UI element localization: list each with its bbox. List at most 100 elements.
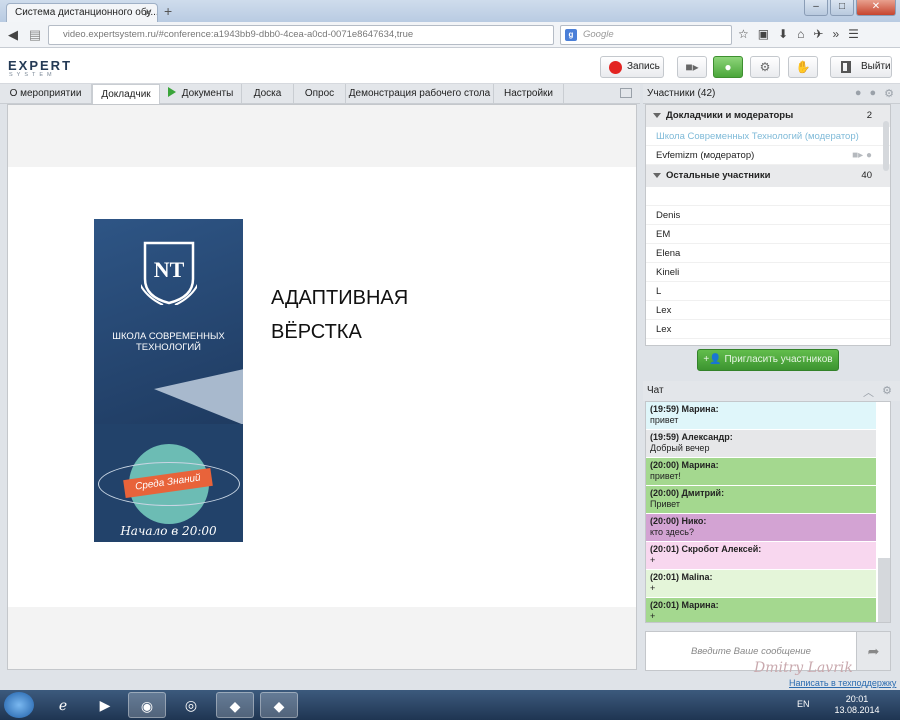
tab-poll[interactable]: Опрос — [294, 84, 346, 104]
minimize-icon[interactable]: – — [804, 0, 828, 16]
raise-hand-button[interactable]: ✋ — [788, 56, 818, 78]
media-player-icon[interactable]: ▶ — [86, 692, 124, 718]
microphone-settings-icon[interactable]: ● — [869, 87, 876, 100]
gear-icon[interactable]: ⚙ — [884, 87, 894, 100]
participant-row[interactable]: EM — [646, 225, 890, 244]
close-tab-icon[interactable]: × — [144, 6, 151, 20]
new-tab-icon[interactable]: + — [164, 3, 172, 19]
start-button[interactable] — [4, 692, 34, 718]
chat-message-text: привет — [650, 415, 679, 425]
tab-whiteboard[interactable]: Доска — [242, 84, 294, 104]
firefox-icon[interactable]: ◉ — [128, 692, 166, 718]
exit-button[interactable]: Выйти — [830, 56, 892, 78]
play-icon — [167, 87, 176, 97]
participant-row[interactable]: Lex — [646, 301, 890, 320]
slide-title-line1: АДАПТИВНАЯ — [271, 287, 409, 309]
participant-camera-mic-icons[interactable]: ■▸ ● — [852, 146, 872, 165]
window-close-icon[interactable]: ✕ — [856, 0, 896, 16]
chat-message-header: (20:01) Malina: — [650, 572, 713, 582]
tab-speaker[interactable]: Докладчик — [92, 84, 160, 105]
download-icon[interactable]: ⬇ — [778, 27, 788, 41]
record-button[interactable]: Запись — [600, 56, 664, 78]
app-icon-2[interactable]: ◆ — [260, 692, 298, 718]
url-text: video.expertsystem.ru/#conference:a1943b… — [63, 29, 414, 40]
participant-name: L — [656, 286, 662, 297]
tab-screen-share[interactable]: Демонстрация рабочего стола — [346, 84, 494, 104]
address-bar[interactable]: video.expertsystem.ru/#conference:a1943b… — [48, 25, 554, 45]
chat-message: (20:00) Нико: кто здесь? — [646, 514, 876, 542]
record-icon — [609, 61, 622, 74]
group-speakers[interactable]: Докладчики и модераторы 2 — [646, 105, 890, 127]
extension-icon[interactable]: ✈ — [813, 27, 823, 41]
hand-icon: ✋ — [795, 60, 811, 74]
send-message-button[interactable]: ➦ — [856, 632, 890, 670]
browser-tab[interactable]: Система дистанционного обу... × — [6, 3, 158, 22]
chat-scrollbar[interactable] — [878, 558, 890, 622]
group-count: 40 — [861, 170, 872, 181]
participant-row[interactable]: Denis — [646, 206, 890, 225]
participant-name: Kineli — [656, 267, 680, 278]
overflow-icon[interactable]: » — [832, 27, 839, 41]
participant-row[interactable]: Kineli — [646, 263, 890, 282]
bookmarks-list-icon[interactable]: ▣ — [758, 27, 769, 41]
participant-name: Elena — [656, 248, 681, 259]
group-count: 2 — [866, 110, 872, 121]
search-input[interactable]: g Google — [560, 25, 732, 45]
tab-label: Опрос — [304, 88, 335, 99]
support-link[interactable]: Написать в техподдержку — [789, 678, 896, 688]
system-clock[interactable]: 20:01 13.08.2014 — [832, 694, 882, 716]
chat-input-placeholder: Введите Ваше сообщение — [691, 646, 811, 657]
browser-tab-title: Система дистанционного обу... — [15, 7, 158, 18]
app-icon[interactable]: ◆ — [216, 692, 254, 718]
maximize-icon[interactable]: □ — [830, 0, 854, 16]
collapse-chat-icon[interactable]: ︿ — [863, 384, 874, 400]
group-label: Докладчики и модераторы — [666, 110, 794, 121]
tab-label: Докладчик — [101, 89, 151, 100]
slide-title: АДАПТИВНАЯ ВЁРСТКА — [271, 281, 511, 349]
settings-button[interactable]: ⚙ — [750, 56, 780, 78]
ie-icon[interactable]: ℯ — [44, 692, 82, 718]
camera-button[interactable]: ■▸ — [677, 56, 707, 78]
chat-message-header: (20:01) Скробот Алексей: — [650, 544, 762, 554]
group-others[interactable]: Остальные участники 40 — [646, 165, 890, 187]
camera-icon: ■▸ — [685, 60, 699, 74]
participants-scrollbar[interactable] — [883, 121, 889, 171]
app-header: EXPERT SYSTEM Запись ■▸ ● ⚙ ✋ Выйти — [0, 48, 900, 84]
tab-documents[interactable]: Документы — [160, 84, 242, 104]
nt-shield-logo: NT — [141, 241, 197, 305]
chat-message-text: Привет — [650, 499, 681, 509]
mute-all-microphone-icon[interactable]: ● — [855, 87, 862, 100]
back-icon[interactable]: ◀ — [4, 26, 22, 44]
record-label: Запись — [627, 61, 660, 72]
google-icon[interactable]: g — [565, 29, 577, 41]
school-name-line1: ШКОЛА СОВРЕМЕННЫХ — [112, 331, 225, 342]
tab-label: О мероприятии — [9, 88, 82, 99]
chat-message-text: + — [650, 583, 656, 593]
participant-row[interactable]: Elena — [646, 244, 890, 263]
tab-about-event[interactable]: О мероприятии — [0, 84, 92, 104]
language-indicator[interactable]: EN — [797, 699, 810, 709]
menu-icon[interactable]: ☰ — [848, 27, 859, 41]
expand-panel-icon[interactable] — [620, 88, 632, 98]
participant-row[interactable]: L — [646, 282, 890, 301]
chrome-icon[interactable]: ◎ — [172, 692, 210, 718]
chat-message-text: Добрый вечер — [650, 443, 710, 453]
paper-plane-icon — [154, 369, 243, 425]
chat-gear-icon[interactable]: ⚙ — [882, 384, 892, 397]
tab-label: Документы — [181, 88, 234, 99]
microphone-button[interactable]: ● — [713, 56, 743, 78]
home-icon[interactable]: ⌂ — [797, 27, 804, 41]
participant-row[interactable]: Evfemizm (модератор) ■▸ ● — [646, 146, 890, 165]
bookmark-star-icon[interactable]: ☆ — [738, 27, 749, 41]
participant-name: Lex — [656, 324, 672, 335]
invite-participants-button[interactable]: +👤 Пригласить участников — [697, 349, 839, 371]
participant-row[interactable]: Lex — [646, 320, 890, 339]
tab-settings[interactable]: Настройки — [494, 84, 564, 104]
participant-row[interactable] — [646, 187, 890, 206]
chat-message: (19:59) Марина: привет — [646, 402, 876, 430]
svg-text:NT: NT — [154, 257, 185, 282]
gear-icon: ⚙ — [759, 60, 771, 74]
exit-label: Выйти — [861, 61, 891, 72]
participant-name: Школа Современных Технологий (модератор) — [656, 131, 859, 142]
participant-row[interactable]: Школа Современных Технологий (модератор) — [646, 127, 890, 146]
